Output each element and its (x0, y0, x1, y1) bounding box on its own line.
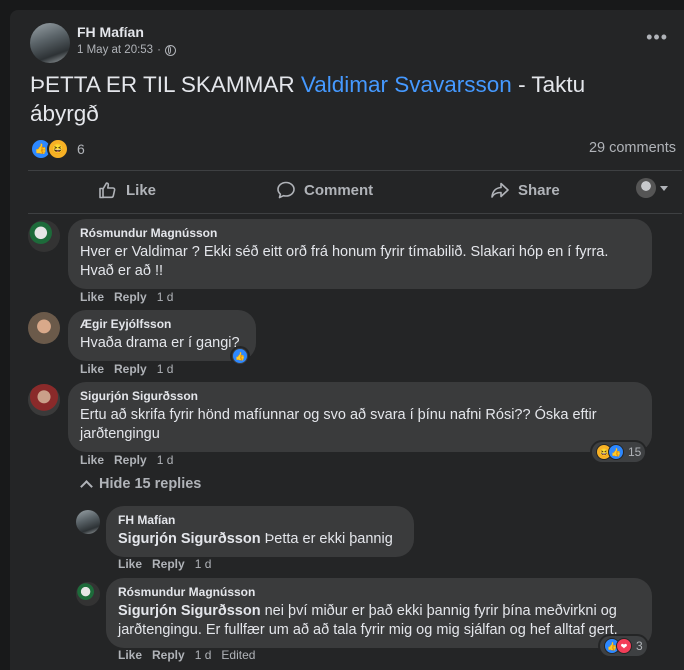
comment-reply-button[interactable]: Reply (114, 453, 147, 467)
comment-like-button[interactable]: Like (80, 453, 104, 467)
comment-actions: Like Reply 1 d (80, 290, 173, 304)
reply-reactions[interactable]: 👍 ❤ 3 (600, 636, 647, 656)
post-reactions[interactable]: 👍 😆 6 (30, 138, 85, 160)
like-label: Like (126, 181, 157, 199)
post-author-avatar[interactable] (30, 23, 70, 63)
reply-text: Sigurjón Sigurðsson nei því miður er það… (118, 602, 640, 640)
comment-bubble: Sigurjón Sigurðsson Ertu að skrifa fyrir… (68, 382, 652, 452)
comment-icon (277, 181, 295, 199)
comment-reactions[interactable]: 😆 👍 15 (592, 442, 646, 462)
comment-bubble: Ægir Eyjólfsson Hvaða drama er í gangi? (68, 310, 256, 361)
comment-bubble: Rósmundur Magnússon Hver er Valdimar ? E… (68, 219, 652, 289)
reply-bubble: FH Mafían Sigurjón Sigurðsson Þetta er e… (106, 506, 414, 557)
reply-time[interactable]: 1 d (195, 648, 212, 662)
share-label: Share (518, 181, 560, 199)
post-card: FH Mafían 1 May at 20:53 · ••• ÞETTA ER … (10, 10, 684, 670)
reply-reply-button[interactable]: Reply (152, 648, 185, 662)
comment-like-button[interactable]: Like (80, 362, 104, 376)
comment-avatar[interactable] (28, 220, 60, 252)
comment-reaction-count: 15 (628, 445, 642, 459)
comment-text: Hvaða drama er í gangi? (80, 335, 240, 351)
post-date[interactable]: 1 May at 20:53 (77, 44, 153, 56)
reply-body: Þetta er ekki þannig (260, 531, 393, 547)
post-meta: 1 May at 20:53 · (77, 44, 176, 56)
reply-author[interactable]: Rósmundur Magnússon (118, 585, 640, 599)
post-text: ÞETTA ER TIL SKAMMAR Valdimar Svavarsson… (30, 70, 650, 128)
reply-actions: Like Reply 1 d (118, 557, 211, 571)
comment-reply-button[interactable]: Reply (114, 362, 147, 376)
share-button[interactable]: Share (490, 180, 560, 200)
comment-actions: Like Reply 1 d (80, 362, 173, 376)
comment-reply-button[interactable]: Reply (114, 290, 147, 304)
comment-time[interactable]: 1 d (157, 290, 174, 304)
reply-reaction-count: 3 (636, 639, 643, 653)
comment-text: Hver er Valdimar ? Ekki séð eitt orð frá… (80, 244, 609, 279)
love-reaction-icon: ❤ (616, 638, 632, 654)
hide-replies-label: Hide 15 replies (99, 476, 202, 492)
comment-author[interactable]: Rósmundur Magnússon (80, 226, 640, 240)
reaction-count: 6 (77, 141, 85, 157)
reply-author[interactable]: FH Mafían (118, 513, 402, 527)
meta-separator: · (157, 44, 161, 56)
reply-bubble: Rósmundur Magnússon Sigurjón Sigurðsson … (106, 578, 652, 648)
comment-avatar[interactable] (28, 384, 60, 416)
reply-time[interactable]: 1 d (195, 557, 212, 571)
reply-avatar[interactable] (76, 582, 100, 606)
like-reaction-icon: 👍 (233, 349, 247, 363)
globe-icon (164, 44, 176, 56)
hide-replies-button[interactable]: Hide 15 replies (80, 476, 202, 493)
comment-author[interactable]: Ægir Eyjólfsson (80, 317, 244, 331)
thumbs-up-icon (99, 182, 116, 199)
comment-avatar[interactable] (28, 312, 60, 344)
reply-like-button[interactable]: Like (118, 557, 142, 571)
chevron-up-icon (80, 479, 93, 493)
comment-time[interactable]: 1 d (157, 453, 174, 467)
post-text-before: ÞETTA ER TIL SKAMMAR (30, 72, 301, 97)
caret-down-icon (660, 185, 668, 191)
divider-top (28, 170, 682, 171)
comment-label: Comment (304, 181, 374, 199)
like-reaction-icon: 👍 (608, 444, 624, 460)
comment-time[interactable]: 1 d (157, 362, 174, 376)
post-author-name[interactable]: FH Mafían (77, 24, 144, 40)
reply-edited[interactable]: Edited (221, 648, 255, 662)
reply-like-button[interactable]: Like (118, 648, 142, 662)
divider-bottom (28, 213, 682, 214)
profile-avatar (636, 178, 656, 198)
comment-actions: Like Reply 1 d (80, 453, 173, 467)
comment-reactions[interactable]: 👍 (232, 348, 248, 364)
reply-tag[interactable]: Sigurjón Sigurðsson (118, 603, 261, 619)
comment-like-button[interactable]: Like (80, 290, 104, 304)
reply-text: Sigurjón Sigurðsson Þetta er ekki þannig (118, 530, 402, 549)
profile-switcher[interactable] (636, 178, 668, 198)
reply-actions: Like Reply 1 d Edited (118, 648, 255, 662)
like-button[interactable]: Like (98, 180, 156, 200)
share-icon (491, 182, 509, 198)
more-icon[interactable]: ••• (646, 28, 668, 46)
comment-author[interactable]: Sigurjón Sigurðsson (80, 389, 640, 403)
reply-tag[interactable]: Sigurjón Sigurðsson (118, 531, 261, 547)
comment-text: Ertu að skrifa fyrir hönd mafíunnar og s… (80, 407, 597, 442)
haha-reaction-icon: 😆 (47, 138, 69, 160)
reply-reply-button[interactable]: Reply (152, 557, 185, 571)
post-mention[interactable]: Valdimar Svavarsson (301, 72, 512, 97)
comments-count[interactable]: 29 comments (589, 140, 676, 156)
reply-avatar[interactable] (76, 510, 100, 534)
comment-button[interactable]: Comment (276, 180, 373, 200)
